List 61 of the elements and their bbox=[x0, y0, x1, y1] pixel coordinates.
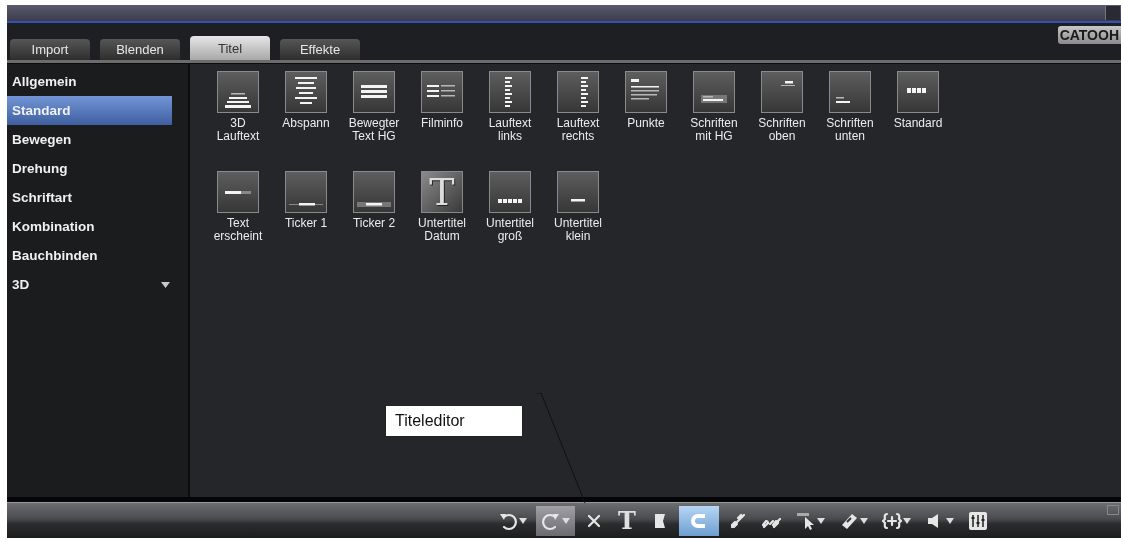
template-tile[interactable]: Ticker 2 bbox=[340, 171, 408, 271]
template-tile[interactable]: Abspann bbox=[272, 71, 340, 171]
template-tile[interactable]: Filminfo bbox=[408, 71, 476, 171]
template-thumbnail bbox=[353, 71, 395, 113]
callout-label: Titeleditor bbox=[385, 405, 523, 437]
template-tile[interactable]: 3D Lauftext bbox=[204, 71, 272, 171]
tab[interactable]: Titel bbox=[190, 36, 270, 60]
template-thumbnail bbox=[489, 171, 531, 213]
caret-icon bbox=[816, 517, 825, 524]
brackets-icon bbox=[881, 510, 902, 531]
template-tile[interactable]: Punkte bbox=[612, 71, 680, 171]
template-thumbnail bbox=[217, 171, 259, 213]
toolbar-button[interactable] bbox=[678, 505, 719, 536]
sidebar-item[interactable]: Bauchbinden bbox=[7, 241, 172, 270]
caret-icon bbox=[562, 517, 570, 524]
template-thumbnail: T bbox=[421, 171, 463, 213]
template-thumbnail bbox=[285, 171, 327, 213]
logo: CATOOH bbox=[1057, 25, 1121, 44]
template-thumbnail bbox=[217, 71, 259, 113]
sidebar-item[interactable]: Bewegen bbox=[7, 125, 172, 154]
template-thumbnail bbox=[897, 71, 939, 113]
sidebar-item[interactable]: Standard bbox=[7, 96, 172, 125]
mixer-icon bbox=[967, 510, 988, 531]
sidebar-item[interactable]: Kombination bbox=[7, 212, 172, 241]
template-tile[interactable]: Schriften oben bbox=[748, 71, 816, 171]
template-thumbnail bbox=[353, 171, 395, 213]
caret-icon bbox=[859, 517, 868, 524]
template-tile[interactable]: Bewegter Text HG bbox=[340, 71, 408, 171]
restore-icon[interactable] bbox=[1105, 6, 1120, 20]
template-thumbnail bbox=[285, 71, 327, 113]
template-thumbnail bbox=[557, 71, 599, 113]
caret-icon bbox=[519, 517, 527, 524]
sidebar-item[interactable]: Allgemein bbox=[7, 67, 172, 96]
tab[interactable]: Import bbox=[10, 39, 90, 60]
template-tile[interactable]: Untertitel klein bbox=[544, 171, 612, 271]
template-thumbnail bbox=[489, 71, 531, 113]
template-thumbnail bbox=[761, 71, 803, 113]
template-tile[interactable]: Ticker 1 bbox=[272, 171, 340, 271]
template-tile[interactable]: Standard bbox=[884, 71, 952, 171]
template-thumbnail bbox=[693, 71, 735, 113]
template-thumbnail bbox=[829, 71, 871, 113]
caret-icon[interactable] bbox=[161, 281, 170, 288]
template-tile[interactable]: Untertitel groß bbox=[476, 171, 544, 271]
pointer-icon bbox=[795, 510, 816, 531]
template-tile[interactable]: T Untertitel Datum bbox=[408, 171, 476, 271]
sidebar-item[interactable]: Drehung bbox=[7, 154, 172, 183]
template-tile[interactable]: Schriften unten bbox=[816, 71, 884, 171]
template-tile[interactable]: Schriften mit HG bbox=[680, 71, 748, 171]
caret-icon bbox=[902, 517, 911, 524]
template-thumbnail bbox=[625, 71, 667, 113]
tab[interactable]: Blenden bbox=[100, 39, 180, 60]
template-thumbnail bbox=[421, 71, 463, 113]
toolbar-button[interactable]: T bbox=[613, 505, 641, 536]
template-tile[interactable]: Lauftext links bbox=[476, 71, 544, 171]
caret-icon bbox=[945, 517, 954, 524]
sidebar-item[interactable]: Schriftart bbox=[7, 183, 172, 212]
sidebar-item[interactable]: 3D bbox=[7, 270, 172, 299]
tab[interactable]: Effekte bbox=[280, 39, 360, 60]
template-tile[interactable]: Text erscheint bbox=[204, 171, 272, 271]
template-tile[interactable]: Lauftext rechts bbox=[544, 71, 612, 171]
template-thumbnail bbox=[557, 171, 599, 213]
